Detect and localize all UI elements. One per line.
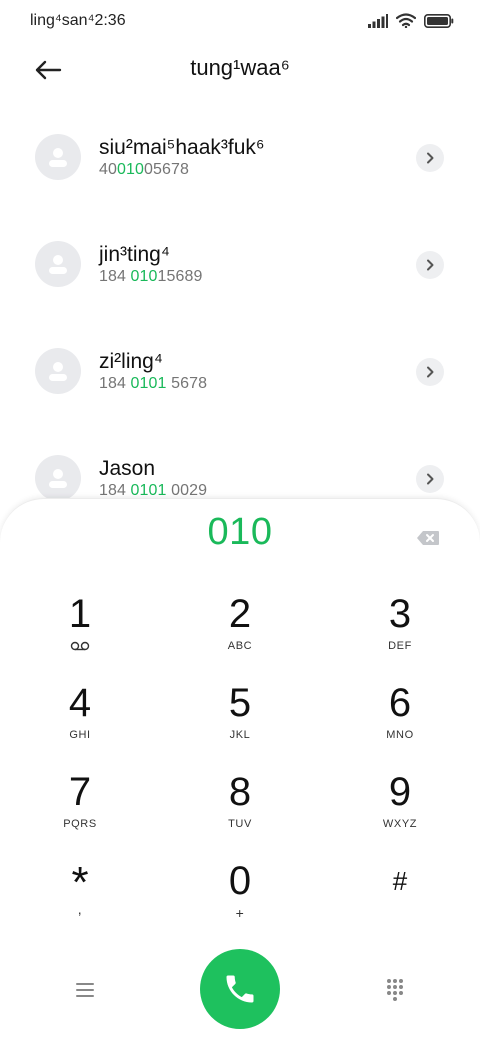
key-sub <box>70 638 90 654</box>
avatar-icon <box>49 148 67 167</box>
chevron-right-icon <box>427 366 434 378</box>
key-1[interactable]: 1 <box>20 591 140 671</box>
avatar <box>35 455 81 501</box>
chevron-right-icon <box>427 152 434 164</box>
key-letters: GHI <box>69 729 91 741</box>
key-digit: 2 <box>228 592 252 636</box>
contact-number: 184 01015689 <box>99 268 203 285</box>
key-4[interactable]: 4 GHI <box>20 680 140 760</box>
status-bar: ling⁴san⁴2:36 <box>0 0 480 44</box>
key-letters: DEF <box>388 640 412 652</box>
key-star[interactable]: * , <box>20 858 140 938</box>
key-letters: ABC <box>227 640 253 652</box>
chevron-right-icon <box>427 473 434 485</box>
avatar <box>35 134 81 180</box>
menu-button[interactable] <box>70 975 100 1005</box>
signal-icon <box>368 13 388 28</box>
avatar <box>35 348 81 394</box>
contact-name: siu²mai⁵haak³fuk⁶ <box>99 136 265 159</box>
avatar-icon <box>49 255 67 274</box>
key-digit: 4 <box>68 681 92 725</box>
contact-row[interactable]: jin³ting⁴ 184 01015689 <box>0 221 480 328</box>
key-digit: 9 <box>388 770 412 814</box>
contact-number: 4001005678 <box>99 161 189 178</box>
avatar <box>35 241 81 287</box>
contact-name: Jason <box>99 457 156 480</box>
key-digit: 0 <box>228 859 252 903</box>
key-2[interactable]: 2 ABC <box>180 591 300 671</box>
key-digit: 7 <box>68 770 92 814</box>
key-digit: 8 <box>228 770 252 814</box>
key-8[interactable]: 8 TUV <box>180 769 300 849</box>
call-button[interactable] <box>200 949 280 1029</box>
key-digit: 3 <box>388 592 412 636</box>
key-digit: 1 <box>68 592 92 636</box>
contact-details-button[interactable] <box>416 251 444 279</box>
key-letters: PQRS <box>63 818 97 830</box>
contact-details-button[interactable] <box>416 358 444 386</box>
key-7[interactable]: 7 PQRS <box>20 769 140 849</box>
keypad-icon <box>387 979 403 1001</box>
contact-row[interactable]: zi²ling⁴ 184 0101 5678 <box>0 328 480 435</box>
status-icons <box>368 13 454 28</box>
battery-icon <box>424 13 454 28</box>
key-letters: JKL <box>229 729 251 741</box>
backspace-icon <box>417 531 439 545</box>
key-3[interactable]: 3 DEF <box>340 591 460 671</box>
dialer-bottom-bar <box>0 949 480 1031</box>
voicemail-icon <box>70 641 90 651</box>
contact-name: jin³ting⁴ <box>99 243 170 266</box>
contact-name: zi²ling⁴ <box>99 350 163 373</box>
menu-icon <box>76 983 94 997</box>
key-digit: 6 <box>388 681 412 725</box>
contact-row[interactable]: siu²mai⁵haak³fuk⁶ 4001005678 <box>0 114 480 221</box>
key-digit: * <box>71 858 89 907</box>
wifi-icon <box>396 13 416 28</box>
key-0[interactable]: 0 + <box>180 858 300 938</box>
backspace-button[interactable] <box>413 527 443 549</box>
key-letters: TUV <box>228 818 252 830</box>
phone-icon <box>226 975 254 1003</box>
key-5[interactable]: 5 JKL <box>180 680 300 760</box>
avatar-icon <box>49 362 67 381</box>
key-letters: , <box>77 901 83 917</box>
key-letters: MNO <box>386 729 414 741</box>
key-letters: + <box>235 905 245 921</box>
chevron-right-icon <box>427 259 434 271</box>
key-letters: WXYZ <box>382 818 418 830</box>
key-hash[interactable]: # <box>340 858 460 938</box>
avatar-icon <box>49 469 67 488</box>
contact-details-button[interactable] <box>416 144 444 172</box>
key-6[interactable]: 6 MNO <box>340 680 460 760</box>
dialer-panel: 010 1 2 ABC 3 DEF 4 GHI 5 JKL 6 MNO 7 PQ… <box>0 498 480 1040</box>
header: tung¹waa⁶ <box>0 48 480 92</box>
keypad-toggle-button[interactable] <box>380 975 410 1005</box>
key-digit: # <box>392 866 408 896</box>
contact-details-button[interactable] <box>416 465 444 493</box>
page-title: tung¹waa⁶ <box>190 55 290 80</box>
contact-list: siu²mai⁵haak³fuk⁶ 4001005678 jin³ting⁴ 1… <box>0 114 480 542</box>
key-9[interactable]: 9 WXYZ <box>340 769 460 849</box>
contact-number: 184 0101 5678 <box>99 375 208 392</box>
status-time: ling⁴san⁴2:36 <box>30 12 126 29</box>
key-digit: 5 <box>228 681 252 725</box>
dialed-number-display: 010 <box>207 511 273 553</box>
